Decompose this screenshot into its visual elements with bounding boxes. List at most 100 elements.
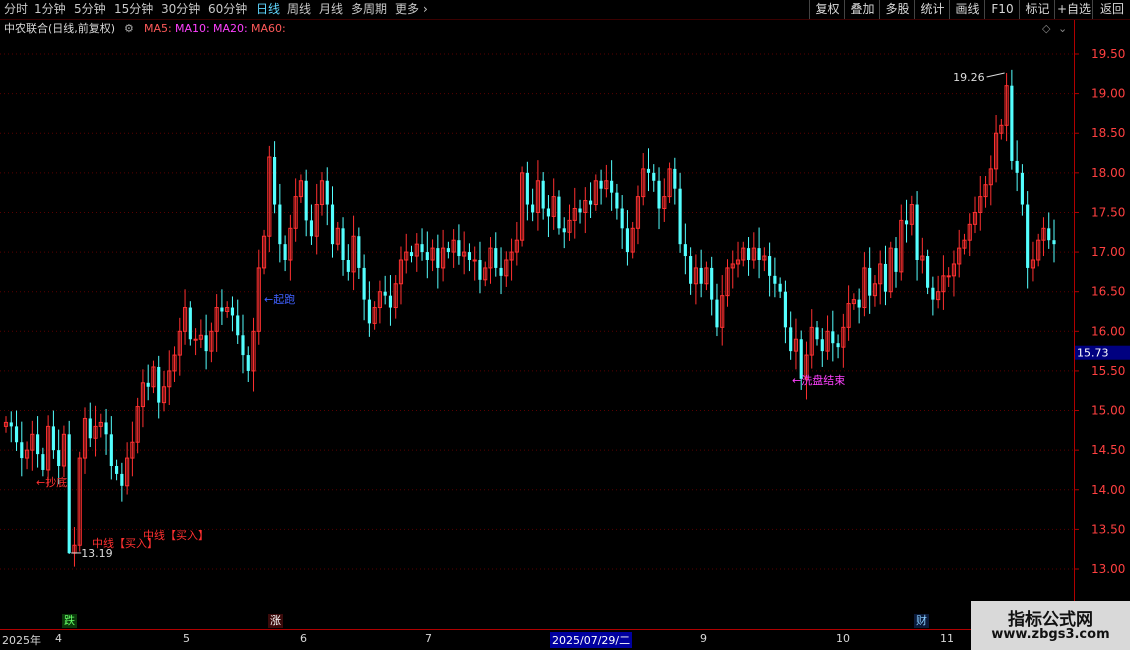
candle-body-down	[610, 180, 614, 193]
candle-body-down	[652, 172, 656, 181]
date-label: 5	[183, 632, 190, 645]
watermark: 指标公式网 www.zbgs3.com	[971, 601, 1130, 650]
candle-body-down	[20, 442, 24, 459]
diamond-icon[interactable]: ◇	[1042, 22, 1050, 36]
f10-button[interactable]: F10	[984, 0, 1020, 19]
candle-body-down	[615, 192, 619, 209]
date-label: 4	[55, 632, 62, 645]
candle-body-down	[894, 248, 898, 272]
candle-body-down	[51, 426, 55, 451]
candle-body-down	[699, 267, 703, 284]
chevron-right-icon[interactable]: ›	[423, 2, 428, 17]
candle-body-down	[1010, 85, 1014, 161]
overlay-button[interactable]: 叠加	[844, 0, 880, 19]
period-tab-daily[interactable]: 日线	[256, 2, 280, 17]
candle-body-down	[109, 434, 113, 466]
period-tab-15min[interactable]: 15分钟	[114, 2, 153, 17]
signal-buy-2: 中线【买入】	[143, 528, 209, 542]
crosshair-date-label: 2025/07/29/二	[550, 632, 633, 648]
candle-body-down	[278, 204, 282, 245]
multi-stock-button[interactable]: 多股	[879, 0, 915, 19]
candle-body-down	[625, 228, 630, 253]
y-tick-label: 17.00	[1091, 245, 1125, 259]
ma20-label: MA20:	[213, 22, 248, 35]
draw-line-button[interactable]: 画线	[949, 0, 985, 19]
event-badge-finance[interactable]: 财	[914, 614, 929, 628]
indicator-settings-icon[interactable]: ⚙	[124, 22, 134, 36]
candle-body-down	[425, 252, 429, 260]
toolbar: 分时 1分钟 5分钟 15分钟 30分钟 60分钟 日线 周线 月线 多周期 更…	[0, 0, 1130, 20]
y-tick-label: 16.50	[1091, 285, 1125, 299]
event-badge-down[interactable]: 跌	[62, 614, 77, 628]
candle-body-down	[420, 244, 424, 253]
date-label: 11	[940, 632, 954, 645]
event-badge-up[interactable]: 涨	[268, 614, 283, 628]
candle-body-down	[836, 343, 840, 348]
ma5-label: MA5:	[144, 22, 172, 35]
signal-washout: ←洗盘结束	[792, 373, 845, 387]
candle-body-down	[241, 335, 245, 356]
candle-body-down	[494, 248, 498, 268]
period-tab-weekly[interactable]: 周线	[287, 2, 311, 17]
period-tab-monthly[interactable]: 月线	[319, 2, 343, 17]
date-axis: 2025年 4 5 6 7 2025/07/29/二 9 10 11	[0, 630, 1130, 650]
period-tab-1min[interactable]: 1分钟	[34, 2, 66, 17]
candle-body-down	[304, 180, 308, 221]
y-tick-label: 19.00	[1091, 87, 1125, 101]
candle-body-down	[768, 256, 772, 276]
candle-body-down	[531, 204, 535, 213]
candle-body-down	[330, 204, 335, 245]
candle-body-down	[1052, 240, 1056, 245]
candle-body-up	[472, 259, 477, 262]
candle-body-down	[157, 366, 161, 403]
fuquan-button[interactable]: 复权	[809, 0, 845, 19]
candle-body-down	[646, 168, 651, 173]
mark-button[interactable]: 标记	[1019, 0, 1055, 19]
candle-body-down	[362, 267, 366, 300]
statistics-button[interactable]: 统计	[914, 0, 950, 19]
kline-chart[interactable]: 19.50 19.00 18.50 18.00 17.50 17.00 16.50 16.00…	[0, 20, 1130, 630]
ma60-label: MA60:	[251, 22, 286, 35]
candle-body-down	[457, 240, 461, 257]
candle-body-down	[773, 275, 777, 284]
y-tick-label: 13.00	[1091, 562, 1125, 576]
candle-body-down	[346, 260, 350, 272]
candle-body-down	[146, 382, 150, 387]
candle-body-down	[689, 256, 693, 284]
chevron-down-icon[interactable]: ⌄	[1058, 22, 1067, 36]
signal-breakout: ←起跑	[264, 292, 295, 306]
period-tab-multi[interactable]: 多周期	[351, 2, 387, 17]
candle-body-down	[815, 327, 819, 340]
candle-body-down	[578, 208, 582, 213]
stock-title: 中农联合(日线,前复权)	[4, 22, 116, 35]
candle-body-down	[868, 267, 872, 296]
add-favorite-button[interactable]: +自选	[1054, 0, 1093, 19]
candle-body-down	[9, 422, 13, 427]
candle-body-down	[188, 307, 192, 340]
high-marker-arrow	[986, 72, 1005, 78]
candle-body-down	[436, 248, 440, 268]
candle-body-down	[541, 180, 545, 209]
back-button[interactable]: 返回	[1092, 0, 1130, 19]
date-label: 10	[836, 632, 850, 645]
high-price-label: 19.26	[953, 71, 985, 84]
candle-body-down	[657, 180, 661, 209]
y-tick-label: 16.00	[1091, 324, 1125, 338]
period-tab-more[interactable]: 更多	[395, 2, 419, 17]
candle-body-down	[599, 180, 603, 189]
candle-body-down	[283, 244, 287, 260]
y-tick-label: 15.00	[1091, 404, 1125, 418]
candle-body-up	[946, 275, 951, 278]
candle-body-down	[14, 426, 19, 443]
period-tab-fenshi[interactable]: 分时	[4, 2, 28, 17]
candle-body-down	[204, 335, 208, 352]
period-tab-60min[interactable]: 60分钟	[208, 2, 247, 17]
candle-body-down	[715, 299, 719, 328]
y-tick-label: 17.50	[1091, 205, 1125, 219]
candle-body-down	[367, 299, 371, 324]
period-tab-5min[interactable]: 5分钟	[74, 2, 106, 17]
period-tab-30min[interactable]: 30分钟	[161, 2, 200, 17]
ma10-label: MA10:	[175, 22, 210, 35]
candle-body-down	[710, 267, 714, 300]
candle-body-down	[915, 204, 919, 260]
